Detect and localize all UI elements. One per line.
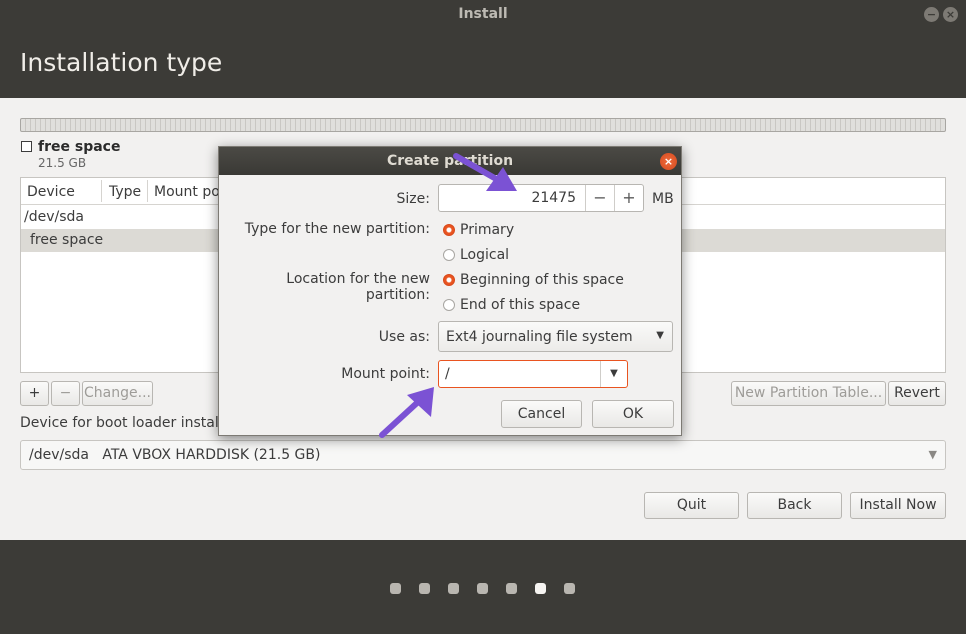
progress-dot [448, 583, 459, 594]
column-divider [147, 180, 148, 202]
type-label: Type for the new partition: [244, 221, 430, 237]
progress-dot [564, 583, 575, 594]
column-divider [101, 180, 102, 202]
legend-name: free space [38, 139, 121, 155]
use-as-value: Ext4 journaling file system [446, 329, 633, 345]
progress-dot-current [535, 583, 546, 594]
size-value[interactable]: 21475 [439, 190, 576, 206]
chevron-down-icon[interactable]: ▼ [600, 361, 627, 387]
progress-dot [477, 583, 488, 594]
progress-dot [506, 583, 517, 594]
use-as-select[interactable]: Ext4 journaling file system ▼ [438, 321, 673, 352]
mount-point-value[interactable]: / [445, 366, 450, 382]
radio-logical[interactable] [443, 249, 455, 261]
create-partition-dialog: Create partition × Size: 21475 − + MB Ty… [218, 146, 682, 436]
size-spinbox[interactable]: 21475 − + [438, 184, 644, 212]
minimize-icon[interactable]: − [924, 7, 939, 22]
add-partition-button[interactable]: + [20, 381, 49, 406]
radio-end[interactable] [443, 299, 455, 311]
legend-size: 21.5 GB [38, 156, 87, 170]
back-button[interactable]: Back [747, 492, 842, 519]
dialog-titlebar: Create partition × [219, 147, 681, 175]
change-partition-button[interactable]: Change... [82, 381, 153, 406]
chevron-down-icon: ▼ [656, 330, 664, 341]
new-partition-table-button[interactable]: New Partition Table... [731, 381, 886, 406]
size-unit: MB [652, 191, 674, 207]
progress-dot [419, 583, 430, 594]
decrement-button[interactable]: − [585, 185, 614, 211]
window-titlebar: Install − × [0, 0, 966, 28]
size-label: Size: [396, 191, 430, 207]
page-header: Installation type [0, 28, 966, 98]
radio-primary-label[interactable]: Primary [460, 222, 514, 238]
mount-point-label: Mount point: [341, 366, 430, 382]
column-header-device[interactable]: Device [27, 184, 75, 200]
boot-loader-label: Device for boot loader installa [20, 415, 232, 431]
progress-footer [0, 540, 966, 634]
dialog-title: Create partition [386, 153, 514, 169]
close-icon[interactable]: × [943, 7, 958, 22]
cancel-button[interactable]: Cancel [501, 400, 582, 428]
column-header-type[interactable]: Type [109, 184, 141, 200]
row-device: free space [30, 232, 104, 248]
mount-point-combo[interactable]: / ▼ [438, 360, 628, 388]
radio-beginning[interactable] [443, 274, 455, 286]
remove-partition-button[interactable]: − [51, 381, 80, 406]
quit-button[interactable]: Quit [644, 492, 739, 519]
legend-swatch [21, 141, 32, 152]
chevron-down-icon: ▼ [928, 448, 937, 461]
row-device: /dev/sda [24, 209, 84, 225]
column-header-mount[interactable]: Mount po [154, 184, 220, 200]
location-label: Location for the new partition: [286, 271, 430, 303]
progress-dot [390, 583, 401, 594]
boot-loader-select[interactable]: /dev/sda ATA VBOX HARDDISK (21.5 GB) ▼ [20, 440, 946, 470]
radio-primary[interactable] [443, 224, 455, 236]
boot-device: /dev/sda ATA VBOX HARDDISK (21.5 GB) [29, 447, 321, 463]
window-title: Install [458, 6, 508, 22]
page-title: Installation type [20, 48, 223, 77]
close-icon[interactable]: × [660, 153, 677, 170]
revert-button[interactable]: Revert [888, 381, 946, 406]
radio-logical-label[interactable]: Logical [460, 247, 509, 263]
radio-end-label[interactable]: End of this space [460, 297, 580, 313]
install-now-button[interactable]: Install Now [850, 492, 946, 519]
increment-button[interactable]: + [614, 185, 643, 211]
radio-beginning-label[interactable]: Beginning of this space [460, 272, 624, 288]
ok-button[interactable]: OK [592, 400, 674, 428]
disk-usage-bar [20, 118, 946, 132]
use-as-label: Use as: [378, 329, 430, 345]
